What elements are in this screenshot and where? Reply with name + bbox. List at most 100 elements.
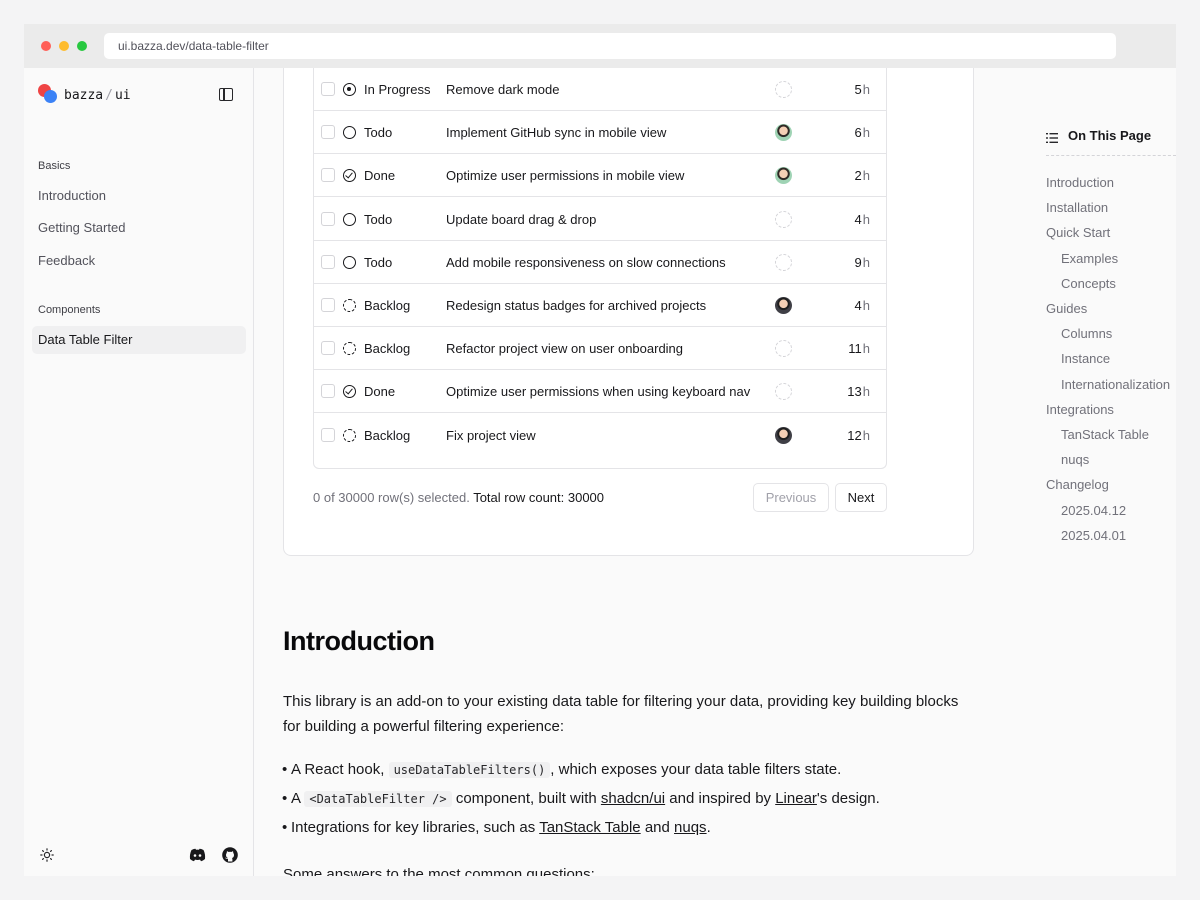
toc-item[interactable]: Integrations xyxy=(1046,402,1114,417)
shadcn-link[interactable]: shadcn/ui xyxy=(601,790,665,807)
bullet-item: Integrations for key libraries, such as … xyxy=(282,819,711,836)
row-selection-status: 0 of 30000 row(s) selected. Total row co… xyxy=(313,490,604,505)
estimated-hours: 4h xyxy=(855,198,870,241)
toc-item[interactable]: Internationalization xyxy=(1061,377,1170,392)
toc-item[interactable]: Examples xyxy=(1061,251,1118,266)
bullet-text: 's design. xyxy=(816,790,880,807)
table-row[interactable]: Backlog Redesign status badges for archiv… xyxy=(314,284,886,327)
sidebar-item-data-table-filter[interactable]: Data Table Filter xyxy=(32,326,246,354)
sidebar-group-label: Basics xyxy=(38,160,71,172)
issue-title: Optimize user permissions in mobile view xyxy=(446,168,685,184)
row-select-checkbox[interactable] xyxy=(321,254,335,269)
status-done-icon xyxy=(343,169,356,183)
github-icon[interactable] xyxy=(222,847,238,863)
toc-item[interactable]: Quick Start xyxy=(1046,225,1110,240)
next-page-button[interactable]: Next xyxy=(835,483,887,512)
list-icon xyxy=(1046,133,1058,143)
table-row[interactable]: Todo Update board drag & drop 4h xyxy=(314,198,886,241)
row-select-checkbox[interactable] xyxy=(321,125,335,140)
toc-item[interactable]: 2025.04.01 xyxy=(1061,528,1126,543)
status-label: Todo xyxy=(364,254,393,270)
sidebar-toggle-icon[interactable] xyxy=(219,88,233,101)
issue-title: Remove dark mode xyxy=(446,82,560,97)
bullet-text: A React hook, xyxy=(291,761,385,778)
status-progress-icon xyxy=(343,83,356,96)
row-select-checkbox[interactable] xyxy=(321,82,335,96)
maximize-window-button[interactable] xyxy=(77,41,87,51)
toc-item[interactable]: Concepts xyxy=(1061,276,1116,291)
linear-link[interactable]: Linear xyxy=(775,790,817,807)
issue-title: Fix project view xyxy=(446,427,536,443)
row-select-checkbox[interactable] xyxy=(321,341,335,356)
status-done-icon xyxy=(343,385,356,399)
table-row[interactable]: Backlog Fix project view 12h xyxy=(314,414,886,457)
minimize-window-button[interactable] xyxy=(59,41,69,51)
estimated-hours: 11h xyxy=(848,327,870,370)
avatar xyxy=(775,124,792,142)
toc-item[interactable]: Columns xyxy=(1061,326,1112,341)
toc-item[interactable]: Guides xyxy=(1046,301,1087,316)
avatar xyxy=(775,297,792,314)
status-label: Todo xyxy=(364,211,393,227)
estimated-hours: 2h xyxy=(855,154,870,197)
status-backlog-icon xyxy=(343,299,356,312)
issue-title: Implement GitHub sync in mobile view xyxy=(446,125,667,141)
table-row[interactable]: Backlog Refactor project view on user onb… xyxy=(314,327,886,371)
toc-item[interactable]: TanStack Table xyxy=(1061,427,1149,442)
bullet-item: A <DataTableFilter /> component, built w… xyxy=(282,790,880,807)
row-select-checkbox[interactable] xyxy=(321,427,335,442)
nuqs-link[interactable]: nuqs xyxy=(674,819,707,836)
toc-item[interactable]: Instance xyxy=(1061,351,1110,366)
sidebar-item-getting-started[interactable]: Getting Started xyxy=(32,214,246,242)
bazza-logo-icon[interactable] xyxy=(38,84,58,104)
brand-name[interactable]: bazza / ui xyxy=(64,88,131,103)
row-select-checkbox[interactable] xyxy=(321,168,335,183)
toc-item[interactable]: 2025.04.12 xyxy=(1061,503,1126,518)
bullet-text: and inspired by xyxy=(669,790,772,807)
row-select-checkbox[interactable] xyxy=(321,211,335,226)
toc-heading: On This Page xyxy=(1068,128,1152,143)
main-content: In Progress Remove dark mode 5h Todo Impleme… xyxy=(255,68,1015,876)
estimate-value: 11 xyxy=(848,341,862,357)
estimated-hours: 13h xyxy=(847,370,870,413)
bullet-text: . xyxy=(706,819,711,836)
status-todo-icon xyxy=(343,126,356,140)
table-row[interactable]: Todo Implement GitHub sync in mobile view… xyxy=(314,111,886,155)
estimated-hours: 5h xyxy=(855,68,870,111)
estimate-unit: h xyxy=(862,168,870,184)
sidebar-group-label: Components xyxy=(38,304,101,316)
estimate-unit: h xyxy=(862,125,870,141)
browser-chrome: ui.bazza.dev/data-table-filter xyxy=(24,24,1176,68)
table-row[interactable]: Todo Add mobile responsiveness on slow co… xyxy=(314,241,886,284)
sidebar-item-introduction[interactable]: Introduction xyxy=(32,182,246,210)
estimate-unit: h xyxy=(862,298,870,313)
estimate-value: 4 xyxy=(854,298,862,313)
status-todo-icon xyxy=(343,212,356,226)
unassigned-avatar-icon xyxy=(775,383,792,401)
status-label: Backlog xyxy=(364,341,411,357)
toc-item[interactable]: Introduction xyxy=(1046,175,1114,190)
previous-page-button[interactable]: Previous xyxy=(753,483,829,512)
row-select-checkbox[interactable] xyxy=(321,298,335,312)
address-bar[interactable]: ui.bazza.dev/data-table-filter xyxy=(104,33,1116,59)
estimate-unit: h xyxy=(862,384,870,400)
table-row[interactable]: Done Optimize user permissions when using… xyxy=(314,370,886,414)
close-window-button[interactable] xyxy=(41,41,51,51)
theme-toggle-sun-icon[interactable] xyxy=(40,848,54,862)
inline-code: <DataTableFilter /> xyxy=(304,791,452,807)
tanstack-table-link[interactable]: TanStack Table xyxy=(539,819,640,836)
toc-item[interactable]: Changelog xyxy=(1046,477,1109,492)
estimated-hours: 12h xyxy=(847,414,870,457)
toc-item[interactable]: nuqs xyxy=(1061,452,1089,467)
table-row[interactable]: In Progress Remove dark mode 5h xyxy=(314,68,886,111)
estimate-unit: h xyxy=(862,254,870,270)
toc-item[interactable]: Installation xyxy=(1046,200,1108,215)
issue-title: Refactor project view on user onboarding xyxy=(446,341,684,357)
row-select-checkbox[interactable] xyxy=(321,384,335,399)
table-row[interactable]: Done Optimize user permissions in mobile … xyxy=(314,154,886,198)
sidebar-item-feedback[interactable]: Feedback xyxy=(32,247,246,275)
brand-text: bazza xyxy=(64,88,104,103)
estimate-value: 9 xyxy=(854,254,862,270)
discord-icon[interactable] xyxy=(189,848,206,862)
estimated-hours: 9h xyxy=(855,241,870,284)
